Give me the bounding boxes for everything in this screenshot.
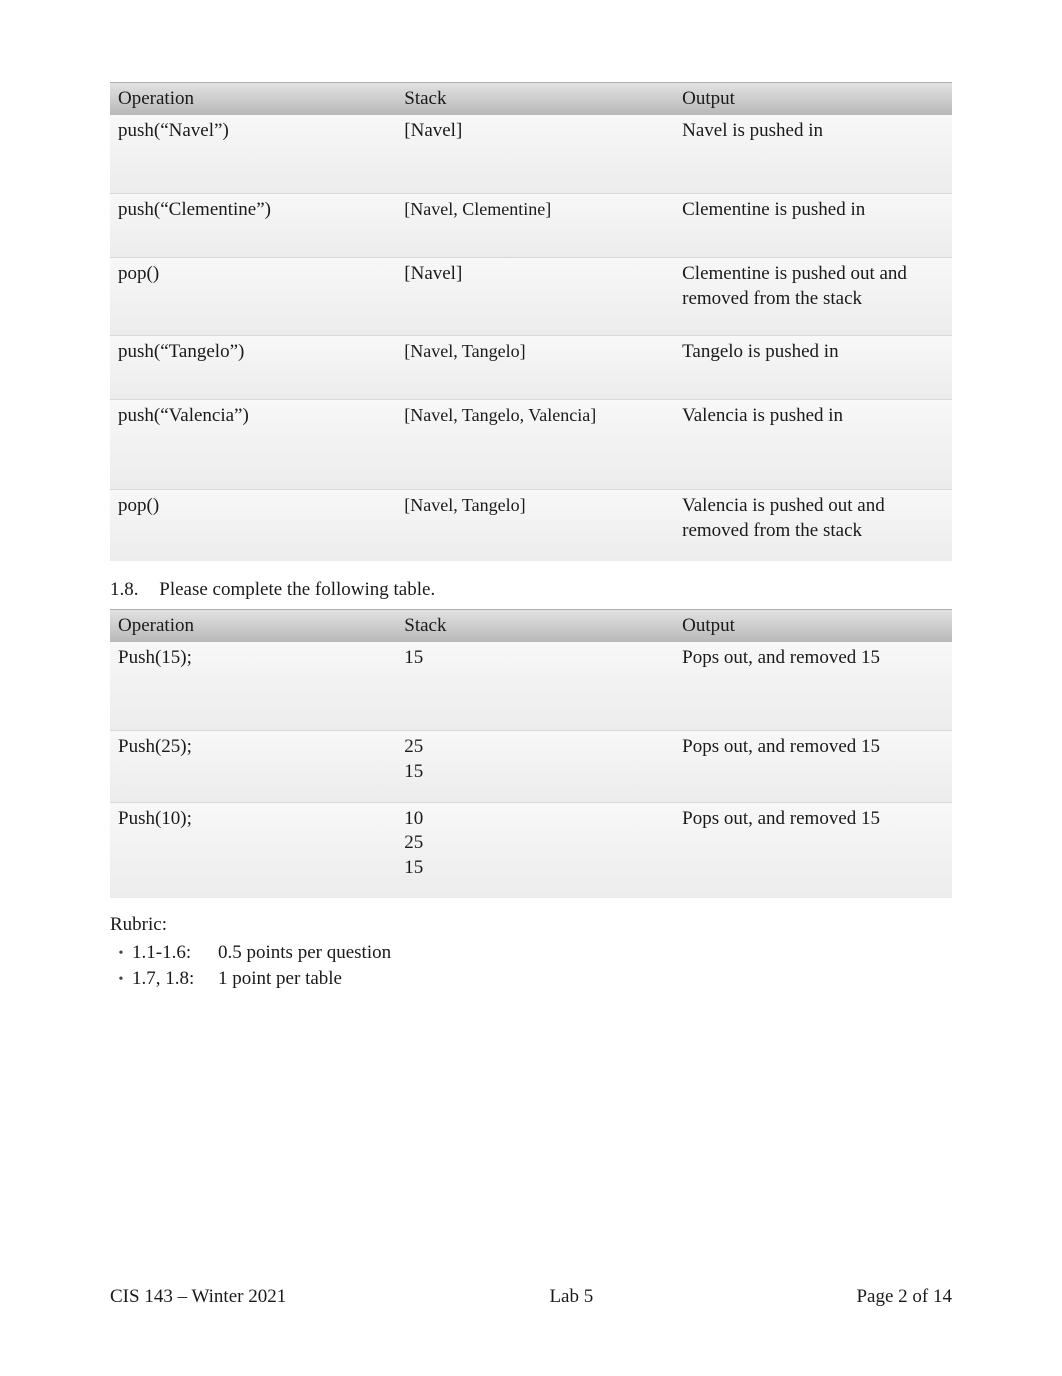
cell-stack: [Navel, Tangelo, Valencia] <box>396 400 674 475</box>
table-2-header-row: Operation Stack Output <box>110 609 952 642</box>
cell-stack: [Navel, Tangelo] <box>396 490 674 547</box>
cell-operation: Push(25); <box>110 731 396 788</box>
cell-stack: [Navel] <box>396 258 674 321</box>
cell-stack: 15 <box>396 642 674 716</box>
table-row: Push(15); 15 Pops out, and removed 15 <box>110 642 952 730</box>
section-text: Please complete the following table. <box>159 579 435 600</box>
bullet-icon: • <box>110 942 132 962</box>
table-row: push(“Valencia”) [Navel, Tangelo, Valenc… <box>110 399 952 489</box>
footer-right: Page 2 of 14 <box>856 1286 952 1308</box>
cell-stack: 25 15 <box>396 731 674 788</box>
rubric-title: Rubric: <box>110 914 952 936</box>
table-row: push(“Tangelo”) [Navel, Tangelo] Tangelo… <box>110 335 952 399</box>
table-1-header-operation: Operation <box>110 83 396 115</box>
cell-output: Valencia is pushed out and removed from … <box>674 490 952 547</box>
cell-output: Valencia is pushed in <box>674 400 952 475</box>
cell-output: Clementine is pushed out and removed fro… <box>674 258 952 321</box>
cell-operation: Push(10); <box>110 803 396 884</box>
table-2-header-stack: Stack <box>396 610 674 642</box>
rubric-desc: 0.5 points per question <box>218 942 952 964</box>
table-1-header-row: Operation Stack Output <box>110 82 952 115</box>
bullet-icon: • <box>110 968 132 988</box>
cell-output: Pops out, and removed 15 <box>674 731 952 788</box>
table-2-header-output: Output <box>674 610 952 642</box>
table-row: Push(10); 10 25 15 Pops out, and removed… <box>110 802 952 898</box>
cell-stack: [Navel, Tangelo] <box>396 336 674 385</box>
table-1-header-output: Output <box>674 83 952 115</box>
page-content: Operation Stack Output push(“Navel”) [Na… <box>0 0 1062 990</box>
table-2-header-operation: Operation <box>110 610 396 642</box>
cell-output: Pops out, and removed 15 <box>674 642 952 716</box>
table-row: push(“Clementine”) [Navel, Clementine] C… <box>110 193 952 257</box>
cell-operation: push(“Navel”) <box>110 115 396 179</box>
footer-left: CIS 143 – Winter 2021 <box>110 1286 286 1308</box>
table-row: pop() [Navel, Tangelo] Valencia is pushe… <box>110 489 952 561</box>
cell-stack: 10 25 15 <box>396 803 674 884</box>
rubric-label: 1.7, 1.8: <box>132 968 218 990</box>
footer-center: Lab 5 <box>549 1286 593 1308</box>
cell-output: Navel is pushed in <box>674 115 952 179</box>
cell-operation: pop() <box>110 490 396 547</box>
cell-operation: push(“Tangelo”) <box>110 336 396 385</box>
table-1-header-stack: Stack <box>396 83 674 115</box>
table-2: Operation Stack Output Push(15); 15 Pops… <box>110 609 952 898</box>
table-row: push(“Navel”) [Navel] Navel is pushed in <box>110 115 952 193</box>
rubric-item: • 1.7, 1.8: 1 point per table <box>110 968 952 990</box>
cell-stack: [Navel] <box>396 115 674 179</box>
rubric-item: • 1.1-1.6: 0.5 points per question <box>110 942 952 964</box>
page-footer: CIS 143 – Winter 2021 Lab 5 Page 2 of 14 <box>0 1286 1062 1308</box>
cell-operation: pop() <box>110 258 396 321</box>
cell-output: Pops out, and removed 15 <box>674 803 952 884</box>
cell-output: Clementine is pushed in <box>674 194 952 243</box>
cell-stack: [Navel, Clementine] <box>396 194 674 243</box>
cell-operation: Push(15); <box>110 642 396 716</box>
section-number: 1.8. <box>110 579 139 600</box>
table-row: Push(25); 25 15 Pops out, and removed 15 <box>110 730 952 802</box>
table-row: pop() [Navel] Clementine is pushed out a… <box>110 257 952 335</box>
cell-operation: push(“Clementine”) <box>110 194 396 243</box>
cell-operation: push(“Valencia”) <box>110 400 396 475</box>
section-1-8-title: 1.8. Please complete the following table… <box>110 579 952 601</box>
cell-output: Tangelo is pushed in <box>674 336 952 385</box>
rubric-label: 1.1-1.6: <box>132 942 218 964</box>
rubric-desc: 1 point per table <box>218 968 952 990</box>
table-1: Operation Stack Output push(“Navel”) [Na… <box>110 82 952 561</box>
